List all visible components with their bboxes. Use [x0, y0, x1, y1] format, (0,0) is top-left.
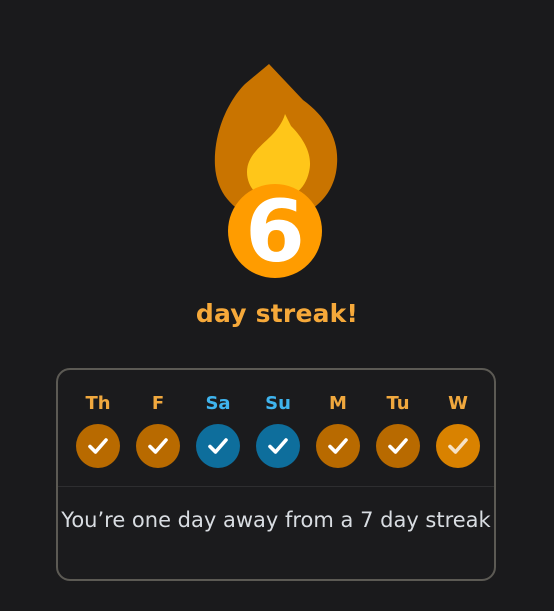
day-status-today: [436, 424, 480, 468]
day-tu: Tu: [368, 392, 428, 468]
flame-icon: 6: [214, 64, 338, 282]
day-status-completed: [316, 424, 360, 468]
check-icon: [448, 438, 468, 454]
streak-title: day streak!: [195, 299, 359, 328]
divider: [58, 486, 494, 487]
day-status-completed: [76, 424, 120, 468]
day-sa: Sa: [188, 392, 248, 468]
day-label: Th: [85, 393, 111, 414]
streak-number: 6: [245, 182, 305, 282]
streak-flame: 6: [205, 60, 345, 285]
day-label: Tu: [386, 393, 410, 414]
check-icon: [208, 438, 228, 454]
streak-week-card: Th F Sa Su M Tu W You’re one day away from a 7…: [56, 368, 496, 581]
day-label: F: [151, 393, 165, 414]
day-m: M: [308, 392, 368, 468]
check-icon: [88, 438, 108, 454]
day-label: Su: [265, 393, 291, 414]
day-su: Su: [248, 392, 308, 468]
day-status-freeze: [256, 424, 300, 468]
day-f: F: [128, 392, 188, 468]
day-th: Th: [68, 392, 128, 468]
day-label: M: [329, 393, 347, 414]
day-w: W: [428, 392, 488, 468]
streak-message: You’re one day away from a 7 day streak: [61, 508, 491, 532]
day-label: Sa: [205, 393, 231, 414]
check-icon: [148, 438, 168, 454]
check-icon: [388, 438, 408, 454]
day-status-completed: [376, 424, 420, 468]
week-days: Th F Sa Su M Tu W: [58, 370, 494, 488]
day-status-freeze: [196, 424, 240, 468]
day-status-completed: [136, 424, 180, 468]
day-label: W: [448, 393, 468, 414]
check-icon: [328, 438, 348, 454]
check-icon: [268, 438, 288, 454]
